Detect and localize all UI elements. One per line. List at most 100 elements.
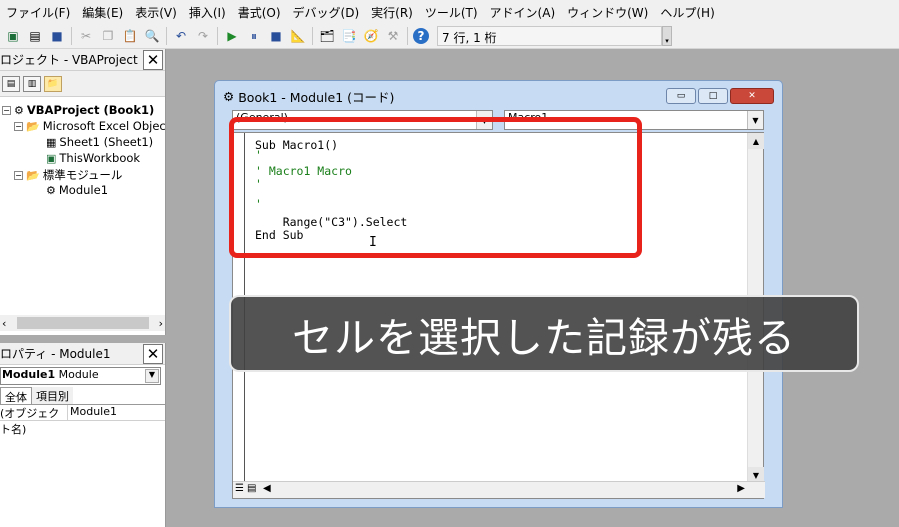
code-window-title: Book1 - Module1 (コード) bbox=[238, 89, 395, 105]
menu-edit[interactable]: 編集(E) bbox=[76, 4, 129, 21]
project-explorer: ロジェクト - VBAProject ✕ ▤ ▥ 📁 − ⚙ VBAProjec… bbox=[0, 49, 170, 335]
project-explorer-header: ロジェクト - VBAProject ✕ bbox=[0, 49, 165, 71]
sheet-icon: ▦ bbox=[46, 135, 57, 149]
properties-window-icon[interactable]: 📑 bbox=[340, 27, 358, 45]
menu-tools[interactable]: ツール(T) bbox=[419, 4, 484, 21]
window-controls: ▭ □ ✕ bbox=[666, 88, 774, 104]
menu-run[interactable]: 実行(R) bbox=[365, 4, 419, 21]
scroll-thumb[interactable] bbox=[16, 317, 149, 329]
toolbox-icon[interactable]: ⚒ bbox=[384, 27, 402, 45]
reset-icon[interactable]: ■ bbox=[267, 27, 285, 45]
menu-view[interactable]: 表示(V) bbox=[129, 4, 183, 21]
module-icon: ⚙ bbox=[46, 183, 56, 197]
object-browser-icon[interactable]: 🧭 bbox=[362, 27, 380, 45]
folder-icon: 📂 bbox=[26, 168, 40, 182]
chevron-down-icon[interactable]: ▼ bbox=[747, 111, 763, 129]
project-explorer-title: ロジェクト - VBAProject bbox=[0, 53, 138, 67]
save-icon[interactable]: ■ bbox=[48, 27, 66, 45]
highlight-box bbox=[229, 117, 642, 258]
menu-insert[interactable]: 挿入(I) bbox=[183, 4, 232, 21]
scroll-left-icon[interactable]: ◀ bbox=[263, 483, 271, 494]
collapse-icon[interactable]: − bbox=[14, 121, 23, 131]
excel-view-icon[interactable]: ▣ bbox=[4, 27, 22, 45]
object-type: Module bbox=[58, 368, 99, 381]
tree-label: Sheet1 (Sheet1) bbox=[59, 135, 154, 149]
caption-banner: セルを選択した記録が残る bbox=[229, 295, 859, 372]
tree-node-sheet1[interactable]: ▦ Sheet1 (Sheet1) bbox=[46, 135, 153, 149]
menu-debug[interactable]: デバッグ(D) bbox=[287, 4, 366, 21]
tree-node-vbaproject[interactable]: − ⚙ VBAProject (Book1) bbox=[2, 103, 154, 117]
copy-icon[interactable]: ❐ bbox=[99, 27, 117, 45]
minimize-icon[interactable]: ▭ bbox=[666, 88, 696, 104]
object-select[interactable]: Module1 Module ▼ bbox=[0, 367, 161, 385]
tree-label: VBAProject (Book1) bbox=[26, 103, 155, 117]
project-explorer-icon[interactable]: 🗂 bbox=[318, 27, 336, 45]
toolbar-separator bbox=[166, 27, 167, 45]
view-object-icon[interactable]: ▥ bbox=[23, 75, 41, 92]
chevron-down-icon[interactable]: ▼ bbox=[145, 369, 159, 383]
menu-addins[interactable]: アドイン(A) bbox=[484, 4, 562, 21]
menu-bar: ファイル(F) 編集(E) 表示(V) 挿入(I) 書式(O) デバッグ(D) … bbox=[0, 0, 899, 24]
scroll-up-icon[interactable]: ▲ bbox=[748, 133, 764, 149]
insert-module-icon[interactable]: ▤ bbox=[26, 27, 44, 45]
tree-label: Microsoft Excel Object bbox=[42, 119, 171, 133]
close-icon[interactable]: ✕ bbox=[730, 88, 774, 104]
toolbar-separator bbox=[217, 27, 218, 45]
horizontal-scrollbar[interactable]: ‹ › bbox=[0, 315, 165, 331]
project-tree: − ⚙ VBAProject (Book1) − 📂 Microsoft Exc… bbox=[0, 97, 170, 315]
properties-title: ロパティ - Module1 bbox=[0, 347, 111, 361]
menu-help[interactable]: ヘルプ(H) bbox=[654, 4, 720, 21]
menu-file[interactable]: ファイル(F) bbox=[0, 4, 76, 21]
find-icon[interactable]: 🔍 bbox=[143, 27, 161, 45]
scroll-right-icon[interactable]: ▶ bbox=[737, 483, 745, 494]
collapse-icon[interactable]: − bbox=[2, 105, 11, 115]
menu-format[interactable]: 書式(O) bbox=[232, 4, 287, 21]
collapse-icon[interactable]: − bbox=[14, 170, 23, 180]
close-icon[interactable]: ✕ bbox=[143, 49, 163, 70]
close-icon[interactable]: ✕ bbox=[143, 343, 163, 364]
tree-node-thisworkbook[interactable]: ▣ ThisWorkbook bbox=[46, 151, 140, 165]
toolbar-separator bbox=[71, 27, 72, 45]
vba-project-icon: ⚙ bbox=[14, 103, 24, 117]
tree-node-modules[interactable]: − 📂 標準モジュール bbox=[14, 167, 122, 183]
code-module-icon: ⚙ bbox=[223, 88, 235, 104]
run-icon[interactable]: ▶ bbox=[223, 27, 241, 45]
property-value: Module1 bbox=[70, 405, 117, 418]
break-icon[interactable]: ⏸ bbox=[245, 27, 263, 45]
properties-header: ロパティ - Module1 ✕ bbox=[0, 343, 165, 365]
tab-categorized[interactable]: 項目別 bbox=[32, 387, 73, 404]
horizontal-scrollbar[interactable]: ☰ ▤ ◀ ▶ bbox=[233, 481, 765, 498]
maximize-icon[interactable]: □ bbox=[698, 88, 728, 104]
workbook-icon: ▣ bbox=[46, 151, 57, 165]
menu-window[interactable]: ウィンドウ(W) bbox=[561, 4, 654, 21]
tab-alphabetic[interactable]: 全体 bbox=[0, 387, 32, 404]
tree-label: 標準モジュール bbox=[42, 168, 123, 182]
property-name: (オブジェクト名) bbox=[0, 405, 68, 436]
toggle-folders-icon[interactable]: 📁 bbox=[44, 75, 62, 92]
properties-window: ロパティ - Module1 ✕ Module1 Module ▼ 全体 項目別… bbox=[0, 343, 166, 527]
view-code-icon[interactable]: ▤ bbox=[2, 75, 20, 92]
tree-label: ThisWorkbook bbox=[59, 151, 141, 165]
tree-node-module1[interactable]: ⚙ Module1 bbox=[46, 183, 108, 197]
scroll-right-icon[interactable]: › bbox=[159, 317, 163, 330]
paste-icon[interactable]: 📋 bbox=[121, 27, 139, 45]
module-view-icon[interactable]: ▤ bbox=[247, 483, 256, 494]
help-icon[interactable]: ? bbox=[413, 28, 429, 44]
project-explorer-toolbar: ▤ ▥ 📁 bbox=[0, 71, 165, 97]
toolbar-options-icon[interactable]: ▾ bbox=[662, 26, 672, 46]
property-row[interactable]: (オブジェクト名) Module1 bbox=[0, 405, 165, 436]
object-name: Module1 bbox=[2, 368, 56, 381]
toolbar-separator bbox=[312, 27, 313, 45]
properties-tabs: 全体 項目別 bbox=[0, 387, 165, 405]
redo-icon[interactable]: ↷ bbox=[194, 27, 212, 45]
procedure-view-icon[interactable]: ☰ bbox=[235, 483, 244, 494]
tree-label: Module1 bbox=[58, 183, 109, 197]
scroll-left-icon[interactable]: ‹ bbox=[2, 317, 6, 330]
design-mode-icon[interactable]: 📐 bbox=[289, 27, 307, 45]
folder-icon: 📂 bbox=[26, 119, 40, 133]
tree-node-excel-objects[interactable]: − 📂 Microsoft Excel Object bbox=[14, 119, 170, 133]
cut-icon[interactable]: ✂ bbox=[77, 27, 95, 45]
undo-icon[interactable]: ↶ bbox=[172, 27, 190, 45]
standard-toolbar: ▣ ▤ ■ ✂ ❐ 📋 🔍 ↶ ↷ ▶ ⏸ ■ 📐 🗂 📑 🧭 ⚒ ? 7 行,… bbox=[0, 24, 899, 49]
cursor-position: 7 行, 1 桁 bbox=[437, 26, 662, 46]
